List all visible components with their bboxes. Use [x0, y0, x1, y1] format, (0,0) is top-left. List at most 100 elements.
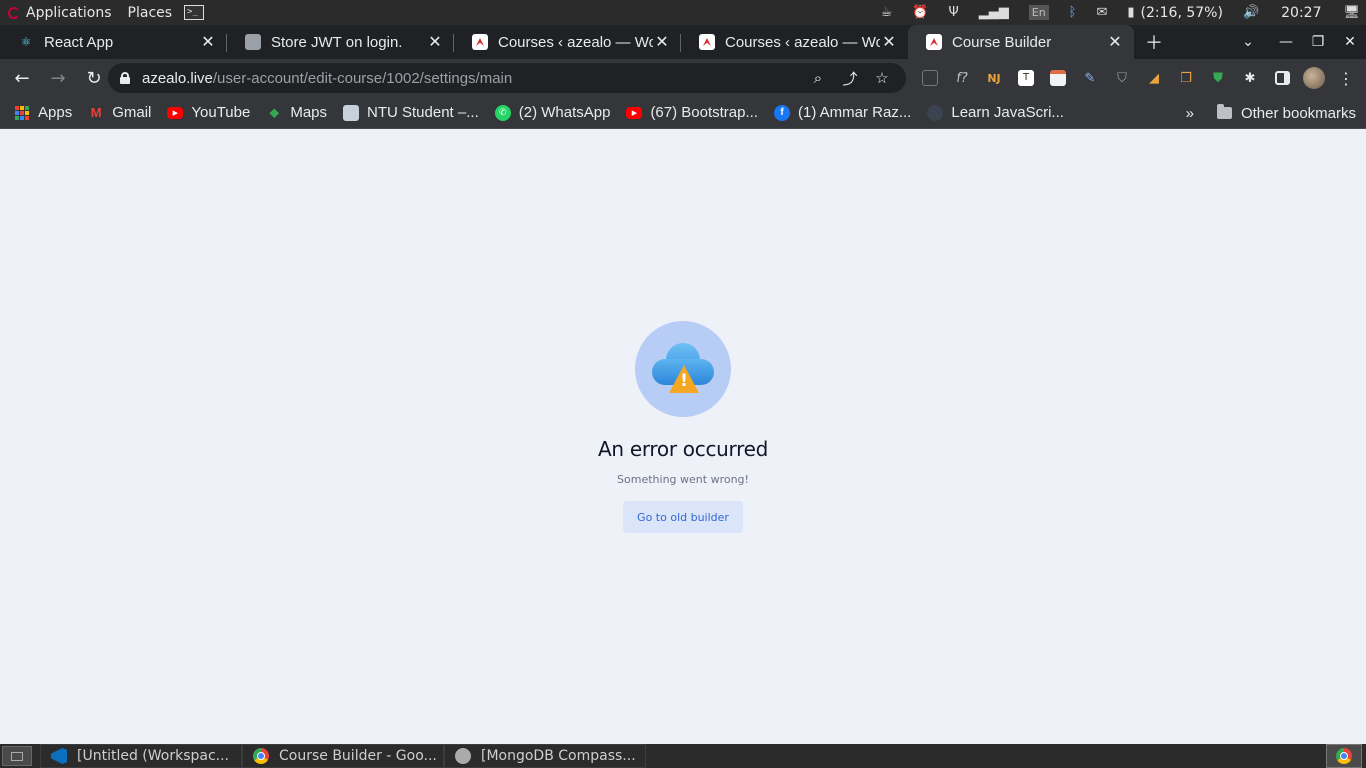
close-tab-icon[interactable]: ✕ [1106, 32, 1124, 52]
user-monitor-icon[interactable]: 🖥 [1343, 0, 1360, 25]
places-menu[interactable]: Places [120, 0, 181, 25]
close-tab-icon[interactable]: ✕ [880, 32, 898, 52]
taskbar-item-vscode[interactable]: [Untitled (Workspac... [40, 744, 242, 768]
terminal-launcher-icon[interactable]: >_ [184, 5, 205, 20]
bookmark-label: (2) WhatsApp [518, 104, 611, 121]
url-host: azealo.live [142, 69, 213, 87]
applications-menu[interactable]: Applications [0, 0, 120, 25]
lock-icon[interactable] [120, 72, 130, 84]
youtube-icon: ▶ [167, 106, 184, 119]
extension-copy-icon[interactable]: ❐ [1170, 59, 1202, 97]
taskbar-item-chrome[interactable]: Course Builder - Goo... [242, 744, 444, 768]
side-panel-icon[interactable] [1266, 59, 1298, 97]
bookmark-whatsapp[interactable]: ✆ (2) WhatsApp [494, 104, 611, 121]
tab-title: Store JWT on login. [271, 33, 403, 51]
tab-react-app[interactable]: ⚛ React App ✕ [0, 25, 227, 59]
battery-status-text: (2:16, 57%) [1140, 4, 1223, 21]
tab-course-builder[interactable]: Course Builder ✕ [908, 25, 1134, 59]
profile-avatar[interactable] [1298, 59, 1330, 97]
tray-chrome-icon[interactable] [1326, 744, 1362, 768]
vscode-icon [51, 748, 67, 764]
back-arrow-icon[interactable]: ← [6, 62, 38, 94]
extension-whale-icon[interactable]: ◢ [1138, 59, 1170, 97]
bookmark-label: Maps [290, 104, 328, 121]
bookmark-apps[interactable]: Apps [14, 104, 72, 121]
bookmarks-bar: Apps M Gmail ▶ YouTube ⬥ Maps NTU Studen… [0, 97, 1366, 129]
bookmark-ntu-student[interactable]: NTU Student –... [343, 104, 479, 121]
tab-title: Course Builder [952, 33, 1052, 51]
close-tab-icon[interactable]: ✕ [426, 32, 444, 52]
extension-keyboard-icon[interactable] [914, 59, 946, 97]
tab-store-jwt[interactable]: Store JWT on login. ✕ [227, 25, 454, 59]
coffee-cup-icon[interactable]: ☕ [881, 0, 893, 25]
react-icon: ⚛ [20, 35, 32, 49]
extension-adblock-shield-icon[interactable]: ⛊ [1202, 59, 1234, 97]
network-signal-icon[interactable]: ▂▄▆ [979, 0, 1009, 25]
extensions-puzzle-icon[interactable]: ✱ [1234, 59, 1266, 97]
applications-menu-label: Applications [26, 4, 112, 21]
minimize-window-icon[interactable]: — [1270, 25, 1302, 59]
mail-icon[interactable]: ✉ [1096, 0, 1107, 25]
error-state: ! An error occurred Something went wrong… [0, 321, 1366, 533]
url-path: /user-account/edit-course/1002/settings/… [212, 69, 513, 87]
close-tab-icon[interactable]: ✕ [199, 32, 217, 52]
places-menu-label: Places [127, 4, 173, 21]
tab-courses-1[interactable]: Courses ‹ azealo — Wor ✕ [454, 25, 681, 59]
error-title: An error occurred [598, 437, 768, 461]
error-subtitle: Something went wrong! [617, 473, 749, 486]
bookmark-bootstrap[interactable]: ▶ (67) Bootstrap... [626, 104, 758, 121]
cloud-warning-illustration: ! [635, 321, 731, 417]
tab-title: React App [44, 33, 114, 51]
kde-connect-icon[interactable]: Ψ [949, 0, 959, 25]
taskbar-item-mongodb[interactable]: [MongoDB Compass... [444, 744, 646, 768]
mongodb-compass-icon [455, 748, 471, 764]
address-bar[interactable]: azealo.live/user-account/edit-course/100… [108, 63, 906, 93]
close-window-icon[interactable]: ✕ [1334, 25, 1366, 59]
bookmark-facebook[interactable]: f (1) Ammar Raz... [774, 104, 911, 121]
reload-icon[interactable]: ↻ [78, 62, 110, 94]
bookmark-star-icon[interactable]: ☆ [866, 69, 898, 87]
keyboard-layout-indicator[interactable]: En [1028, 0, 1049, 25]
wordpress-site-icon [472, 34, 488, 50]
chrome-menu-icon[interactable]: ⋮ [1330, 59, 1362, 97]
zoom-search-icon[interactable]: ⌕ [802, 70, 834, 87]
whatsapp-icon: ✆ [494, 104, 511, 121]
bookmark-label: YouTube [191, 104, 251, 121]
system-taskbar: [Untitled (Workspac... Course Builder - … [0, 744, 1366, 768]
bookmark-youtube[interactable]: ▶ YouTube [167, 104, 250, 121]
clock[interactable]: 20:27 [1281, 0, 1321, 25]
bookmark-gmail[interactable]: M Gmail [88, 104, 152, 121]
system-top-panel: Applications Places >_ ☕ ⏰ Ψ ▂▄▆ En ᛒ ✉ … [0, 0, 1366, 25]
other-bookmarks-folder[interactable]: Other bookmarks [1216, 97, 1356, 129]
tab-search-chevron-down-icon[interactable]: ⌄ [1232, 25, 1264, 59]
extension-calendar-icon[interactable] [1042, 59, 1074, 97]
learn-javascript-icon [927, 104, 944, 121]
openai-icon [245, 34, 261, 50]
show-desktop-icon[interactable] [2, 746, 32, 766]
gmail-icon: M [90, 105, 102, 120]
tab-courses-2[interactable]: Courses ‹ azealo — Wor ✕ [681, 25, 908, 59]
browser-tab-strip: ⚛ React App ✕ Store JWT on login. ✕ Cour… [0, 25, 1366, 59]
bluetooth-icon[interactable]: ᛒ [1069, 0, 1077, 25]
bookmark-label: (67) Bootstrap... [650, 104, 758, 121]
tab-title: Courses ‹ azealo — Wor [725, 33, 880, 51]
alarm-clock-icon[interactable]: ⏰ [912, 0, 928, 25]
extension-text-icon[interactable]: T [1010, 59, 1042, 97]
bookmark-label: NTU Student –... [367, 104, 479, 121]
extension-font-finder-icon[interactable]: f? [946, 59, 978, 97]
go-to-old-builder-button[interactable]: Go to old builder [623, 501, 743, 533]
bookmark-maps[interactable]: ⬥ Maps [266, 104, 327, 121]
bookmark-learn-javascript[interactable]: Learn JavaScri... [927, 104, 1064, 121]
forward-arrow-icon[interactable]: → [42, 62, 74, 94]
extension-shield-icon[interactable]: ⛉ [1106, 59, 1138, 97]
restore-window-icon[interactable]: ❐ [1302, 25, 1334, 59]
extension-nj-icon[interactable]: NJ [978, 59, 1010, 97]
taskbar-item-label: [Untitled (Workspac... [77, 748, 230, 764]
more-bookmarks-chevron-icon[interactable]: » [1186, 97, 1194, 129]
close-tab-icon[interactable]: ✕ [653, 32, 671, 52]
extension-pen-icon[interactable]: ✎ [1074, 59, 1106, 97]
new-tab-button[interactable]: ＋ [1134, 25, 1174, 59]
volume-icon[interactable]: 🔊 [1243, 0, 1259, 25]
battery-indicator[interactable]: ▮ (2:16, 57%) [1127, 0, 1223, 25]
share-icon[interactable]: ⤴ [834, 68, 866, 89]
